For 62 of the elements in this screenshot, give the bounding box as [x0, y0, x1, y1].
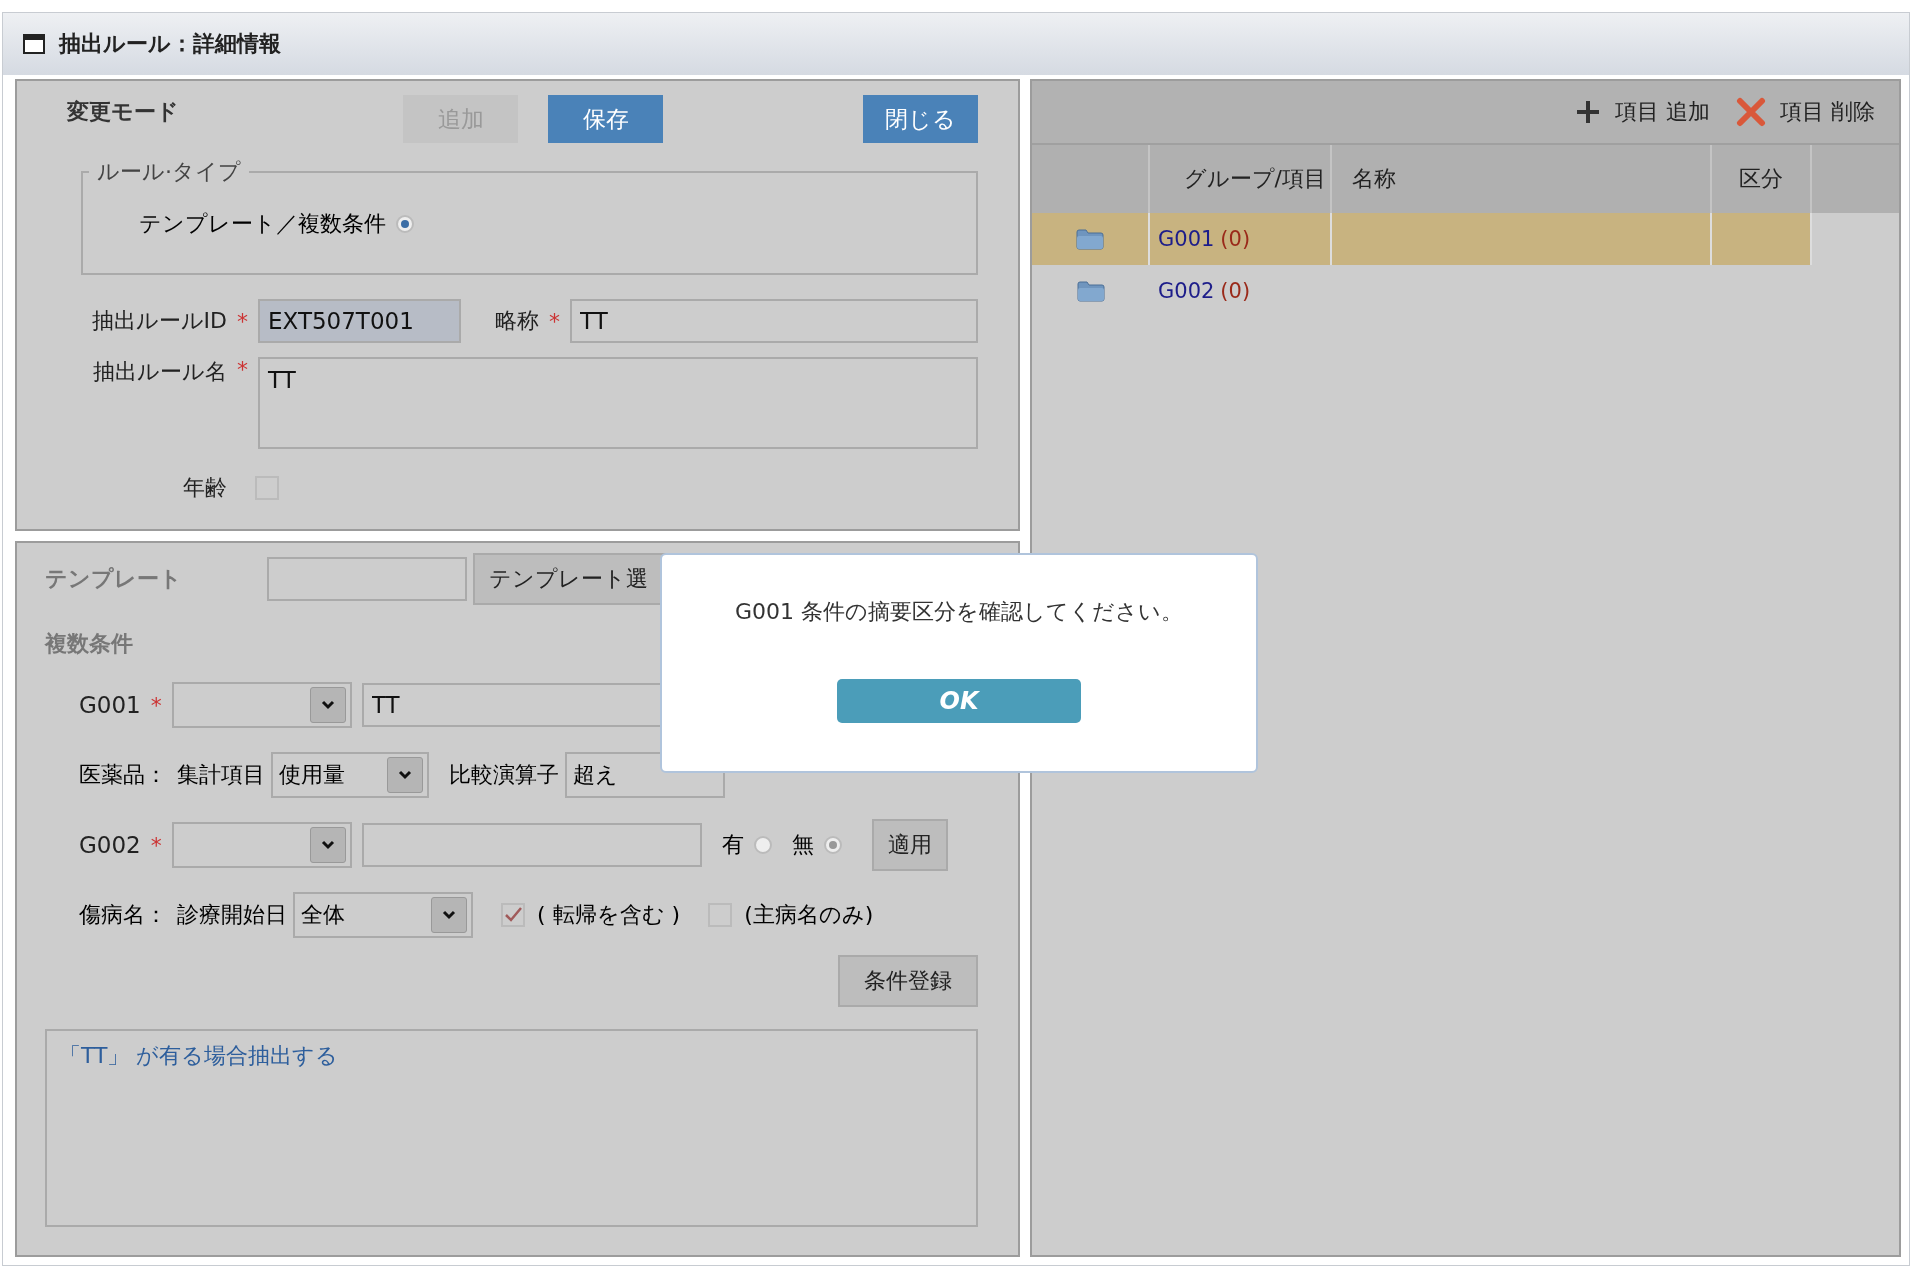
toolbar-button[interactable]: 保存	[548, 95, 663, 143]
rule-id-field[interactable]: EXT507T001	[258, 299, 461, 343]
apply-button[interactable]: 適用	[871, 819, 948, 871]
group-legend: ルール·タイプ	[89, 157, 249, 187]
condition-label: 医薬品：	[79, 761, 167, 789]
rule-name-field[interactable]: TT	[258, 357, 978, 449]
item-count: (0)	[1220, 227, 1251, 251]
field-label: 比較演算子	[449, 761, 559, 789]
delete-item-button[interactable]: 項目 削除	[1736, 97, 1875, 127]
dropdown[interactable]: 全体	[293, 892, 473, 938]
field-label: 年齢	[182, 474, 227, 502]
mode-label: 変更モード	[67, 98, 180, 126]
close-icon	[1736, 97, 1766, 127]
template-field[interactable]	[267, 557, 467, 601]
window-title: 抽出ルール：詳細情報	[59, 30, 281, 58]
toolbar-button[interactable]: 閉じる	[863, 95, 978, 143]
checkbox-label: ( 転帰を含む )	[537, 901, 681, 929]
dropdown[interactable]	[171, 822, 352, 868]
group-name: G001	[1158, 227, 1215, 251]
field-label: 集計項目	[177, 761, 265, 789]
dialog-message: G001 条件の摘要区分を確認してください。	[734, 598, 1183, 626]
field-label: 診療開始日	[177, 901, 287, 929]
folder-icon	[1076, 228, 1104, 250]
radio-button[interactable]	[823, 836, 842, 854]
required-mark: *	[237, 308, 248, 334]
group-label: G001	[79, 692, 141, 718]
group-name: G002	[1158, 279, 1215, 303]
required-mark: *	[150, 692, 162, 718]
chevron-icon	[309, 827, 346, 863]
summary-text: 「TT」 が有る場合抽出する	[59, 1043, 339, 1068]
required-mark: *	[150, 832, 162, 858]
field-label: 抽出ルールID	[90, 307, 227, 335]
condition-field[interactable]	[361, 823, 702, 867]
tree-row[interactable]: G002 (0)	[1032, 265, 1899, 317]
radio-button[interactable]	[396, 215, 414, 233]
group-label: G002	[79, 832, 141, 858]
add-item-button[interactable]: 項目 追加	[1575, 97, 1710, 127]
chevron-icon	[431, 897, 467, 933]
radio-button[interactable]	[753, 836, 772, 854]
required-mark: *	[237, 357, 248, 382]
radio-label: 無	[791, 831, 814, 859]
dropdown[interactable]	[171, 682, 352, 728]
checkbox[interactable]	[501, 903, 525, 927]
plus-icon	[1575, 99, 1601, 125]
required-mark: *	[549, 308, 560, 334]
option-label: テンプレート／複数条件	[139, 210, 386, 238]
tree-row[interactable]: G001 (0)	[1032, 213, 1899, 265]
field-label: 略称	[495, 307, 539, 335]
chevron-icon	[309, 687, 346, 723]
item-count: (0)	[1220, 279, 1251, 303]
section-label: 複数条件	[45, 630, 134, 658]
field-label: 抽出ルール名	[92, 358, 227, 386]
chevron-icon	[387, 757, 423, 793]
short-name-field[interactable]: TT	[570, 299, 978, 343]
window-icon	[23, 34, 45, 54]
radio-label: 有	[721, 831, 744, 859]
condition-label: 傷病名：	[79, 901, 167, 929]
dropdown[interactable]: 使用量	[271, 752, 429, 798]
section-label: テンプレート	[45, 565, 183, 593]
checkbox-label: (主病名のみ)	[744, 901, 874, 929]
folder-icon	[1077, 280, 1105, 302]
register-button[interactable]: 条件登録	[838, 955, 978, 1007]
